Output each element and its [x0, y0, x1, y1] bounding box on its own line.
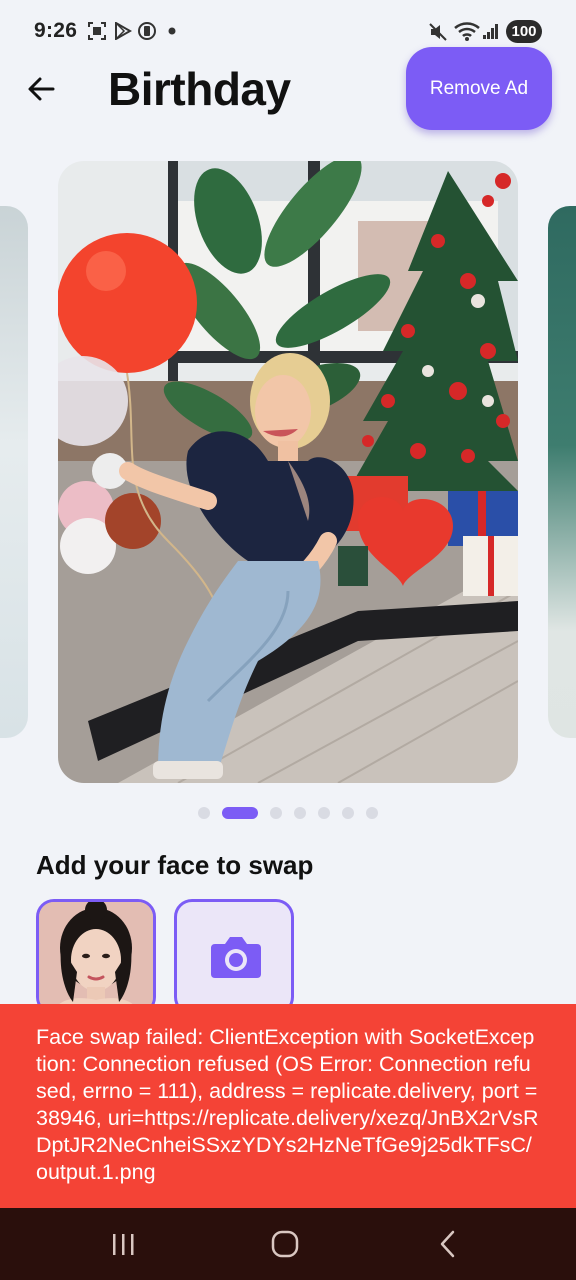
section-title: Add your face to swap: [36, 850, 314, 880]
template-image[interactable]: [58, 161, 518, 783]
carousel-next-card[interactable]: [548, 206, 576, 738]
error-snackbar: Face swap failed: ClientException with S…: [0, 1004, 576, 1208]
carousel-dot: [342, 807, 354, 819]
app-icon: [138, 22, 156, 40]
page-title: Birthday: [108, 63, 291, 115]
face-thumbnail[interactable]: [36, 899, 156, 1015]
dot-icon: [168, 27, 176, 35]
remove-ad-button[interactable]: Remove Ad: [406, 47, 552, 130]
back-button[interactable]: [22, 70, 62, 110]
error-message: Face swap failed: ClientException with S…: [36, 1025, 539, 1184]
battery-indicator: 100: [506, 20, 542, 43]
signal-icon: [483, 24, 498, 39]
template-photo: [58, 161, 518, 783]
face-photo: [39, 902, 153, 1012]
camera-icon: [211, 937, 261, 978]
carousel-dot-active: [222, 807, 258, 819]
carousel-indicator: [0, 807, 576, 819]
carousel-prev-card[interactable]: [0, 206, 28, 738]
wifi-icon: [454, 22, 480, 41]
play-store-icon: [115, 22, 132, 40]
home-icon[interactable]: [265, 1226, 305, 1262]
screenshot-icon: [88, 22, 106, 40]
carousel-dot: [198, 807, 210, 819]
status-time: 9:26: [34, 19, 78, 42]
arrow-left-icon: [28, 77, 55, 101]
carousel-dot: [294, 807, 306, 819]
camera-button[interactable]: [174, 899, 294, 1015]
carousel-dot: [270, 807, 282, 819]
recent-apps-icon[interactable]: [103, 1226, 143, 1262]
back-icon[interactable]: [428, 1226, 468, 1262]
carousel-dot: [318, 807, 330, 819]
screen: 9:26 100 Birthday Remove Ad Add your fac…: [0, 0, 576, 1280]
carousel-dot: [366, 807, 378, 819]
navigation-bar: [0, 1208, 576, 1280]
mute-icon: [429, 23, 447, 41]
